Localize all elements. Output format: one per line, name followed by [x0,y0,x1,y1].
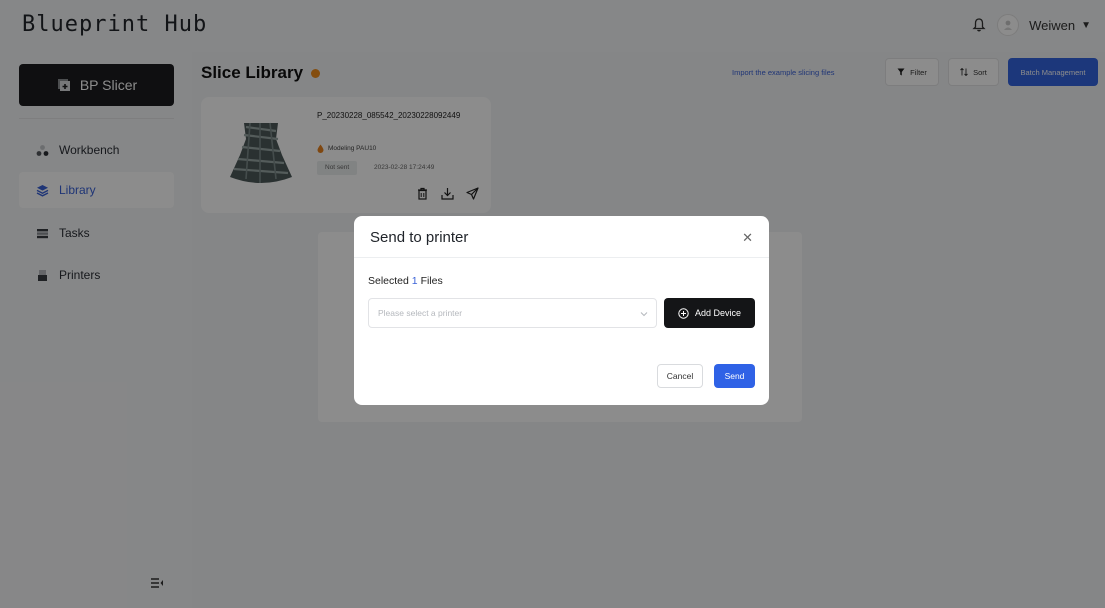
send-to-printer-dialog: Send to printer ✕ Selected 1 Files Pleas… [354,216,769,405]
printer-select-placeholder: Please select a printer [378,308,463,318]
close-icon[interactable]: ✕ [742,230,753,246]
dialog-title: Send to printer [370,229,469,246]
selected-prefix: Selected [368,275,409,287]
plus-circle-icon [678,307,689,319]
printer-select[interactable]: Please select a printer [368,298,657,328]
dialog-divider [354,257,769,258]
selected-suffix: Files [420,275,443,287]
chevron-down-icon [640,312,648,317]
selected-count: 1 [411,275,418,287]
add-device-label: Add Device [694,308,742,318]
add-device-button[interactable]: Add Device [664,298,755,328]
send-button[interactable]: Send [714,364,755,388]
selected-files-summary: Selected 1 Files [368,275,443,287]
cancel-button[interactable]: Cancel [657,364,703,388]
